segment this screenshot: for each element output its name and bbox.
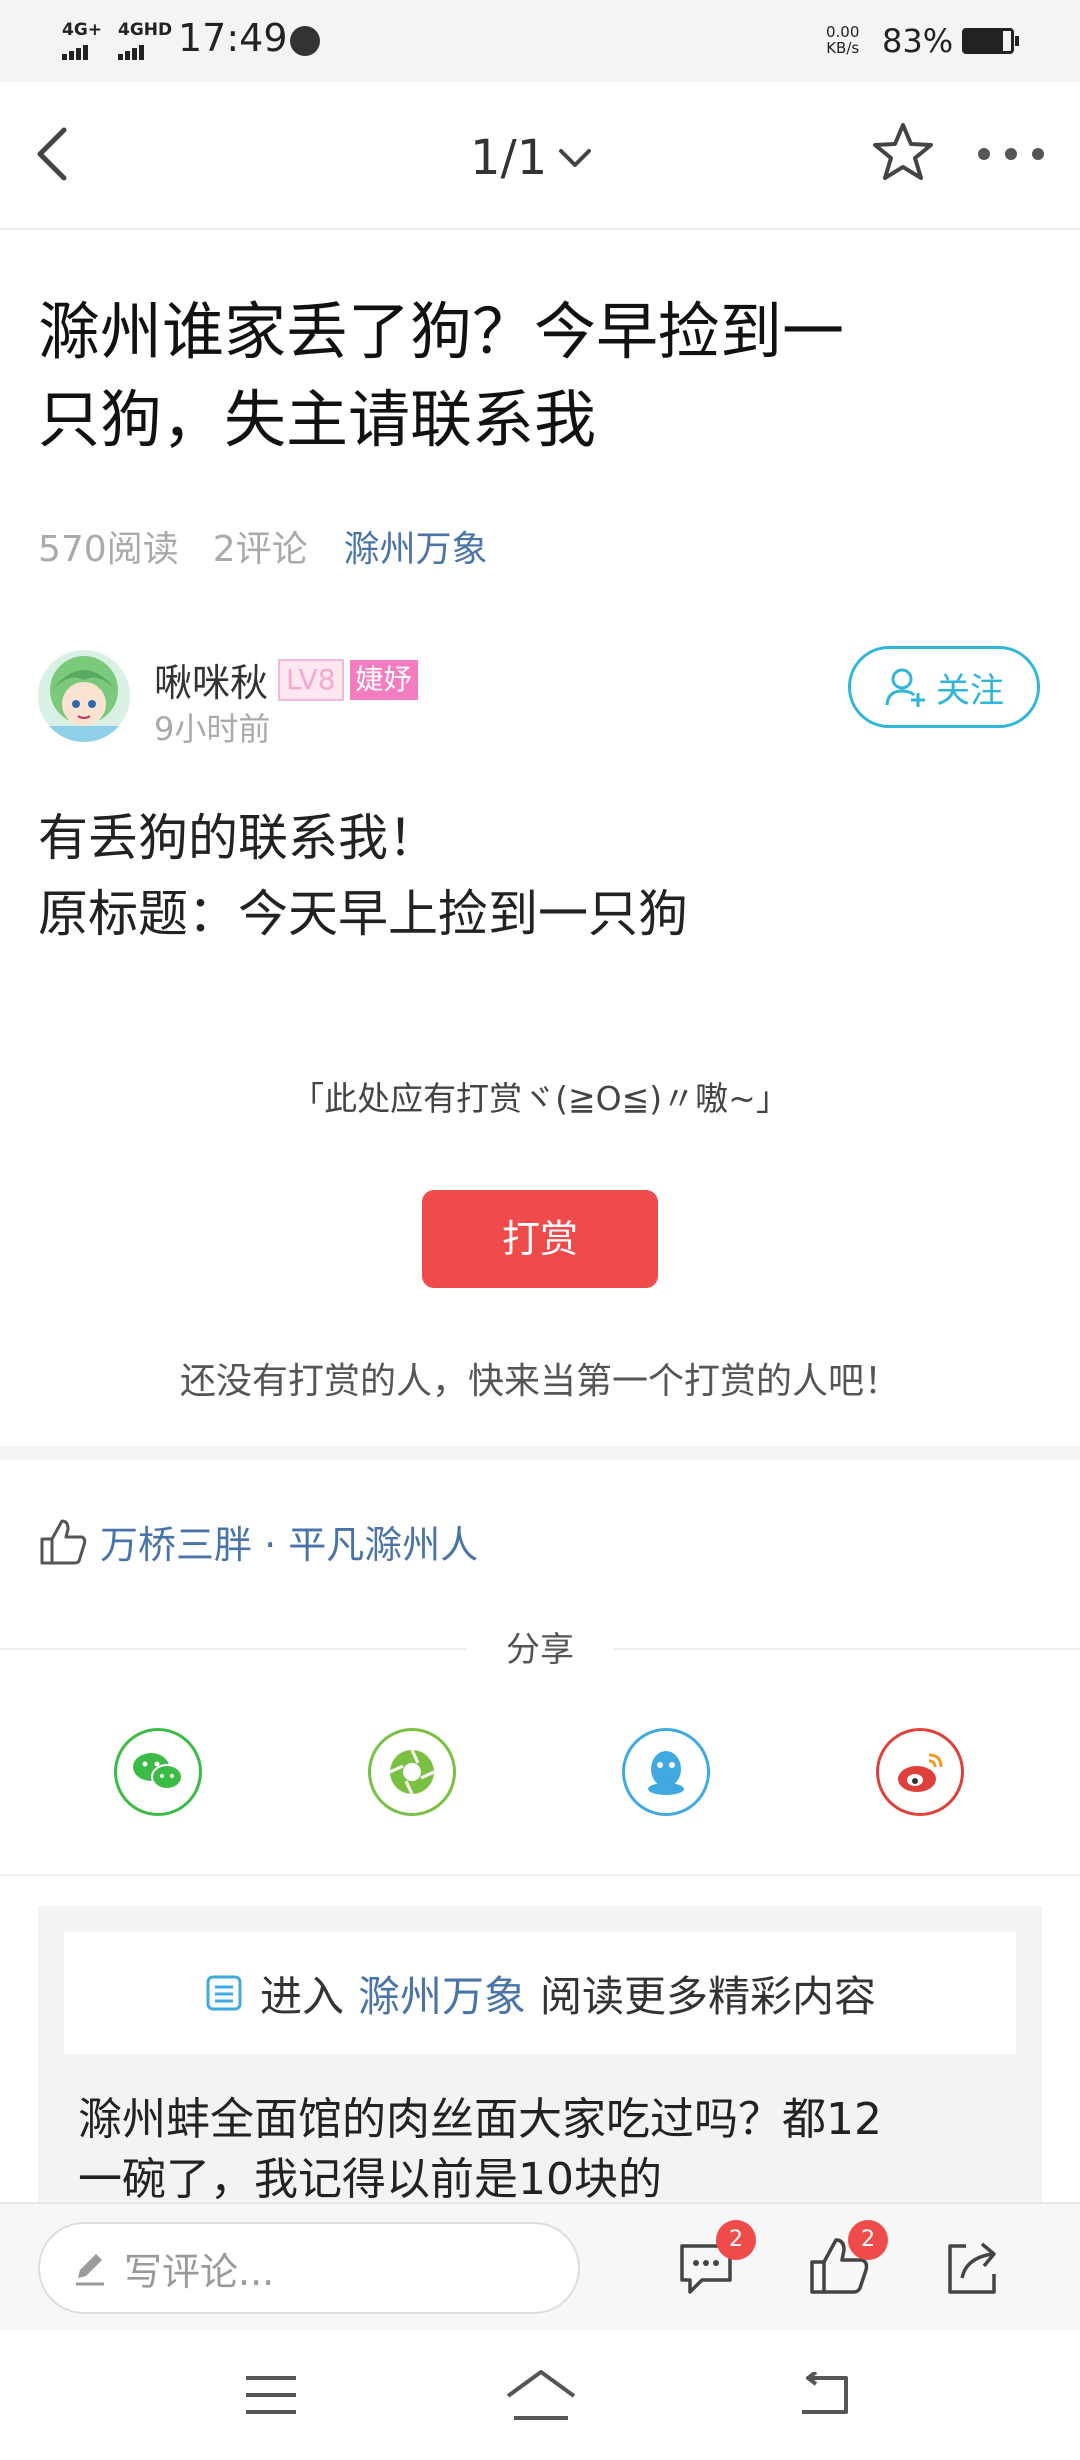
- enter-prefix: 进入: [259, 1971, 344, 2021]
- share-button[interactable]: [942, 2238, 1002, 2298]
- related-post-line: 滁州蚌全面馆的肉丝面大家吃过吗？都12: [78, 2094, 882, 2145]
- add-user-icon: [885, 668, 925, 707]
- post-title-line: 只狗，失主请联系我: [38, 383, 597, 456]
- comment-count: 2评论: [212, 529, 308, 570]
- weibo-icon: [898, 1753, 943, 1792]
- like-count-badge: 2: [848, 2220, 888, 2260]
- signal-icon: [62, 41, 90, 60]
- author-name[interactable]: 啾咪秋: [154, 652, 268, 707]
- channel-link[interactable]: 滁州万象: [344, 520, 488, 580]
- share-icon: [948, 2242, 996, 2294]
- bottom-action-bar: 写评论... 2 2: [0, 2202, 1080, 2332]
- related-post[interactable]: 滁州蚌全面馆的肉丝面大家吃过吗？都12 一碗了，我记得以前是10块的: [78, 2090, 1018, 2202]
- post-title: 滁州谁家丢了狗？今早捡到一 只狗，失主请联系我: [38, 288, 1048, 464]
- return-icon: [802, 2370, 848, 2414]
- comment-count-badge: 2: [716, 2220, 756, 2260]
- chevron-down-icon: [559, 149, 592, 167]
- content-line: 有丢狗的联系我！: [38, 809, 438, 867]
- follow-label: 关注: [936, 670, 1004, 711]
- comment-input[interactable]: 写评论...: [38, 2222, 580, 2314]
- avatar-image: [38, 650, 130, 742]
- content-line: 原标题：今天早上捡到一只狗: [38, 885, 688, 943]
- follow-button[interactable]: 关注: [848, 646, 1040, 728]
- battery-percent: 83%: [882, 22, 954, 60]
- back-system-button[interactable]: [796, 2370, 852, 2418]
- star-icon: [873, 123, 933, 180]
- section-divider: [0, 1446, 1080, 1460]
- level-badge: LV8: [278, 658, 344, 701]
- pencil-icon: [76, 2254, 104, 2286]
- liked-users[interactable]: 万桥三胖 · 平凡滁州人: [100, 1514, 478, 1569]
- reward-prompt: 「此处应有打赏ヾ(≧O≦)〃嗷~」: [291, 1079, 789, 1118]
- signal-icon: [118, 41, 146, 60]
- wechat-icon: [133, 1753, 183, 1790]
- liked-by: 万桥三胖 · 平凡滁州人: [38, 1514, 478, 1569]
- status-bar: 4G+ 4GHD 17:49 0.00 KB/s 83%: [0, 0, 1080, 82]
- divider: [0, 1648, 466, 1650]
- author-line: 啾咪秋 LV8 婕妤: [154, 652, 418, 707]
- network-indicator-2: 4GHD: [118, 22, 172, 60]
- notification-icon: [290, 26, 320, 56]
- enter-channel-name: 滁州万象: [357, 1971, 526, 2021]
- network-type-label: 4GHD: [118, 20, 173, 40]
- more-button[interactable]: [976, 144, 1046, 164]
- avatar[interactable]: [38, 650, 130, 742]
- home-button[interactable]: [504, 2368, 578, 2422]
- system-nav-bar: [0, 2330, 1080, 2460]
- page-indicator: 1/1: [470, 130, 548, 186]
- read-count: 570阅读: [38, 529, 179, 570]
- reward-button[interactable]: 打赏: [422, 1190, 658, 1288]
- divider: [0, 1874, 1080, 1876]
- top-nav-bar: 1/1: [0, 82, 1080, 230]
- menu-button[interactable]: [244, 2374, 298, 2416]
- share-weibo-button[interactable]: [876, 1728, 964, 1816]
- favorite-button[interactable]: [870, 120, 936, 186]
- more-dots-icon: [978, 148, 1044, 160]
- share-wechat-button[interactable]: [114, 1728, 202, 1816]
- net-speed-unit: KB/s: [826, 39, 860, 57]
- network-type-label: 4G+: [62, 20, 103, 40]
- moments-icon: [389, 1749, 435, 1795]
- enter-channel-banner[interactable]: 进入 滁州万象 阅读更多精彩内容: [64, 1932, 1016, 2054]
- menu-icon: [246, 2376, 296, 2414]
- post-title-line: 滁州谁家丢了狗？今早捡到一: [38, 295, 845, 368]
- reward-empty-text: 还没有打赏的人，快来当第一个打赏的人吧！: [179, 1361, 900, 1402]
- thumbs-up-icon: [40, 1519, 87, 1564]
- divider: [614, 1648, 1080, 1650]
- share-moments-button[interactable]: [368, 1728, 456, 1816]
- qq-icon: [648, 1751, 684, 1795]
- home-icon: [506, 2370, 576, 2420]
- title-badge: 婕妤: [349, 659, 418, 700]
- battery-icon: [962, 28, 1014, 54]
- back-arrow-icon: [37, 127, 67, 181]
- share-label: 分享: [506, 1630, 574, 1670]
- clock: 17:49: [178, 16, 288, 60]
- battery-fill: [965, 31, 1004, 51]
- net-speed: 0.00 KB/s: [826, 24, 859, 56]
- network-indicator-1: 4G+: [62, 22, 102, 60]
- battery-tip: [1015, 36, 1019, 46]
- comment-placeholder: 写评论...: [124, 2249, 275, 2294]
- back-button[interactable]: [28, 124, 78, 184]
- net-speed-value: 0.00: [826, 23, 860, 41]
- post-meta: 570阅读 2评论 滁州万象: [38, 520, 488, 580]
- share-qq-button[interactable]: [622, 1728, 710, 1816]
- list-icon: [206, 1975, 242, 2011]
- post-time: 9小时前: [154, 710, 271, 748]
- post-content: 有丢狗的联系我！ 原标题：今天早上捡到一只狗: [38, 800, 688, 952]
- related-post-line: 一碗了，我记得以前是10块的: [78, 2154, 662, 2202]
- enter-suffix: 阅读更多精彩内容: [540, 1971, 877, 2021]
- page-indicator-dropdown[interactable]: 1/1: [470, 128, 595, 188]
